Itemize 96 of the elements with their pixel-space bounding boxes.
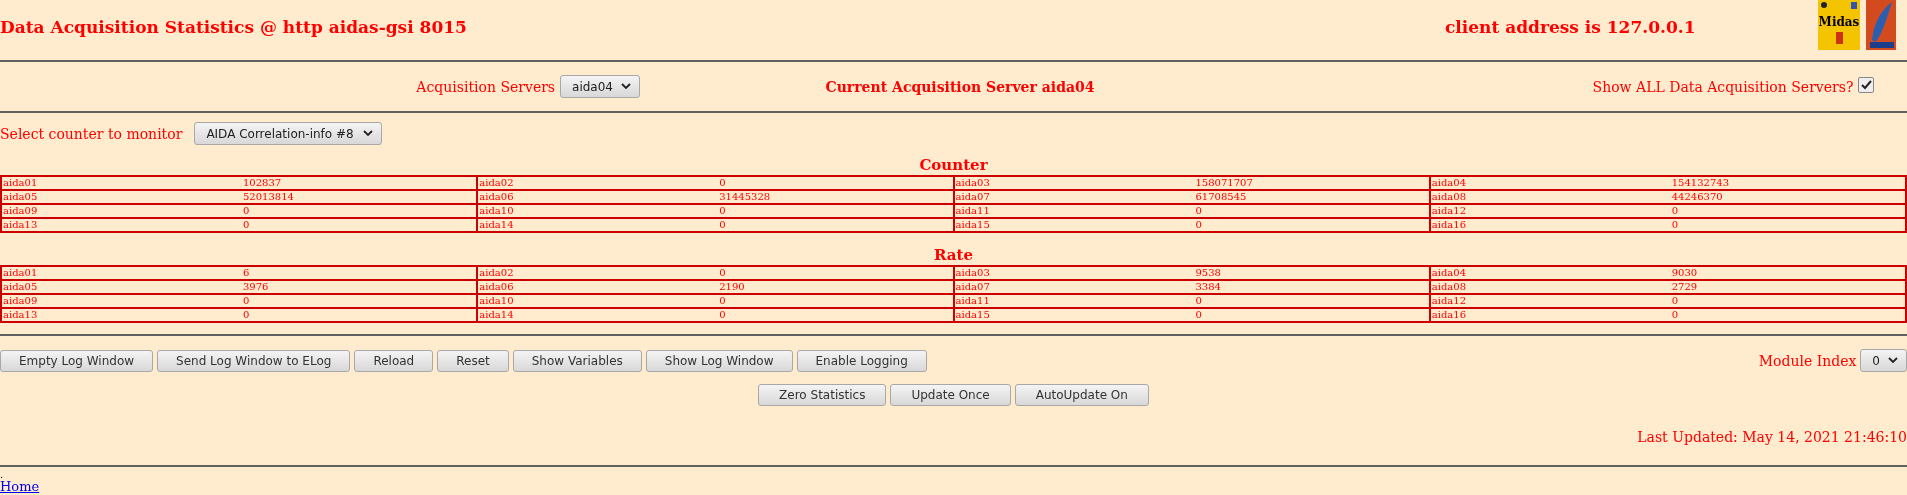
- stat-value: 0: [1670, 308, 1680, 321]
- chevron-icon: [621, 83, 631, 90]
- action-button[interactable]: Show Log Window: [645, 349, 793, 372]
- last-updated: Last Updated: May 14, 2021 21:46:10: [1637, 429, 1907, 445]
- stat-value: 0: [1194, 308, 1203, 321]
- server-name: aida05: [2, 280, 39, 293]
- server-name: aida06: [478, 280, 515, 293]
- stat-value: 0: [1670, 204, 1680, 217]
- chevron-icon: [363, 130, 374, 138]
- counter-label: Select counter to monitor: [0, 125, 183, 142]
- stat-value: 9538: [1194, 266, 1222, 279]
- server-name: aida16: [1430, 218, 1467, 231]
- stat-value: 0: [718, 294, 727, 307]
- server-name: aida14: [478, 308, 515, 321]
- table-title: Rate: [933, 244, 974, 265]
- stat-value: 158071707: [1194, 176, 1254, 189]
- update-button[interactable]: Zero Statistics: [758, 384, 887, 407]
- server-name: aida01: [2, 176, 39, 189]
- stat-value: 2190: [718, 280, 746, 293]
- stat-value: 9030: [1670, 266, 1699, 279]
- server-name: aida16: [1430, 308, 1467, 321]
- server-name: aida12: [1430, 204, 1467, 217]
- page-title: Data Acquisition Statistics @ http aidas-gsi 8015: [0, 17, 468, 37]
- stat-value: 0: [718, 176, 727, 189]
- stat-value: 0: [718, 308, 727, 321]
- stat-value: 0: [242, 308, 251, 321]
- table-title: Counter: [918, 154, 989, 175]
- server-name: aida04: [1430, 176, 1467, 189]
- server-name: aida03: [954, 266, 991, 279]
- stat-value: 31445328: [718, 190, 772, 203]
- server-name: aida11: [954, 294, 991, 307]
- client-address: client address is 127.0.0.1: [1445, 17, 1697, 37]
- module-index-select[interactable]: 0: [1860, 349, 1907, 373]
- action-button[interactable]: Reload: [354, 349, 434, 372]
- server-name: aida02: [478, 266, 515, 279]
- module-index-label: Module Index: [1758, 352, 1857, 369]
- action-button[interactable]: Empty Log Window: [0, 349, 154, 372]
- server-name: aida04: [1430, 266, 1467, 279]
- server-name: aida02: [478, 176, 515, 189]
- stat-value: 0: [242, 204, 251, 217]
- feather-logo: [1866, 0, 1896, 50]
- servers-label: Acquisition Servers: [416, 78, 556, 95]
- check-icon: [1860, 79, 1872, 90]
- chevron-icon: [1888, 357, 1898, 365]
- stat-value: 0: [718, 218, 727, 231]
- counter-select[interactable]: AIDA Correlation-info #8: [194, 122, 383, 146]
- action-button[interactable]: Send Log Window to ELog: [157, 349, 351, 372]
- server-name: aida12: [1430, 294, 1467, 307]
- stat-value: 52013814: [242, 190, 295, 203]
- server-name: aida08: [1430, 190, 1467, 203]
- stat-value: 6: [242, 266, 251, 279]
- stat-value: 0: [1670, 294, 1680, 307]
- server-select[interactable]: aida04: [560, 75, 640, 98]
- stat-value: 3976: [242, 280, 270, 293]
- server-name: aida09: [2, 204, 39, 217]
- stat-value: 44246370: [1670, 190, 1724, 203]
- show-all-label: Show ALL Data Acquisition Servers?: [1591, 78, 1854, 95]
- server-name: aida14: [478, 218, 515, 231]
- stat-value: 0: [1670, 218, 1680, 231]
- stat-value: 0: [718, 204, 727, 217]
- server-name: aida13: [2, 218, 39, 231]
- server-name: aida03: [954, 176, 991, 189]
- server-name: aida07: [954, 280, 991, 293]
- update-button[interactable]: AutoUpdate On: [1014, 384, 1149, 407]
- server-name: aida10: [478, 294, 515, 307]
- server-name: aida15: [954, 218, 991, 231]
- action-button[interactable]: Reset: [437, 349, 509, 372]
- stat-value: 0: [718, 266, 727, 279]
- server-name: aida10: [478, 204, 515, 217]
- midas-logo: Midas: [1818, 0, 1860, 50]
- home-link[interactable]: Home: [0, 479, 40, 495]
- stat-value: 0: [1194, 204, 1203, 217]
- action-button[interactable]: Show Variables: [512, 349, 642, 372]
- server-name: aida15: [954, 308, 991, 321]
- stat-value: 3384: [1194, 280, 1222, 293]
- server-name: aida06: [478, 190, 515, 203]
- stat-value: 102837: [242, 176, 283, 189]
- action-button[interactable]: Enable Logging: [796, 349, 927, 372]
- stat-value: 0: [242, 218, 251, 231]
- dot-text: .: [0, 468, 4, 479]
- server-name: aida07: [954, 190, 991, 203]
- stat-value: 2729: [1670, 280, 1699, 293]
- server-name: aida08: [1430, 280, 1467, 293]
- stat-value: 0: [1194, 218, 1203, 231]
- server-name: aida01: [2, 266, 39, 279]
- stat-value: 0: [1194, 294, 1203, 307]
- stat-value: 154132743: [1670, 176, 1730, 189]
- show-all-checkbox[interactable]: [1858, 76, 1875, 93]
- server-name: aida05: [2, 190, 39, 203]
- update-button[interactable]: Update Once: [890, 384, 1011, 407]
- server-name: aida09: [2, 294, 39, 307]
- server-name: aida11: [954, 204, 991, 217]
- stat-value: 61708545: [1194, 190, 1248, 203]
- current-server: Current Acquisition Server aida04: [825, 78, 1095, 95]
- server-name: aida13: [2, 308, 39, 321]
- stat-value: 0: [242, 294, 251, 307]
